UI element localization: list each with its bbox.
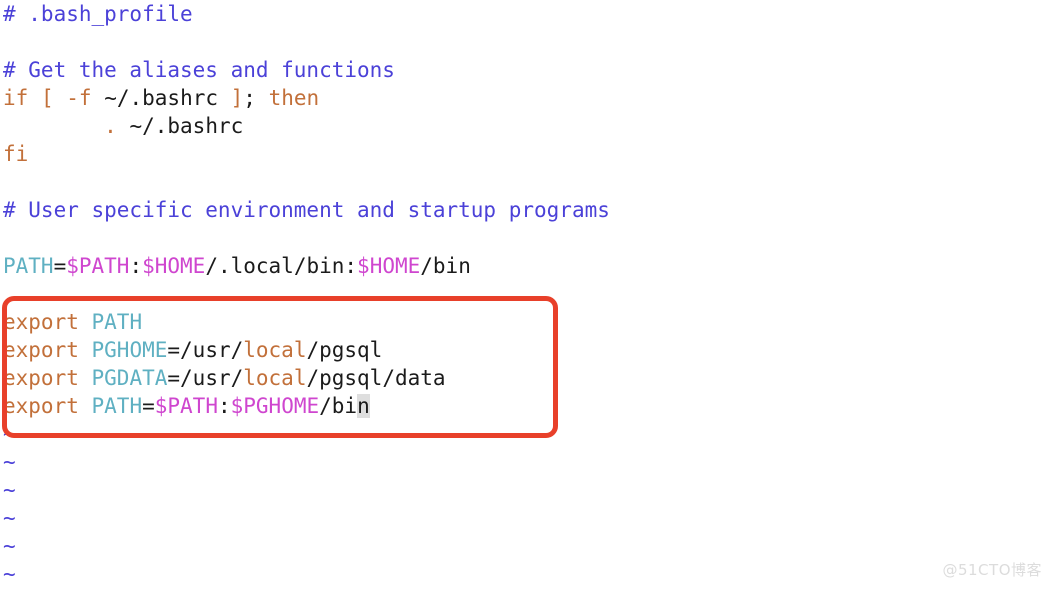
code-token: $HOME [142, 254, 206, 278]
code-line[interactable]: if [ -f ~/.bashrc ]; then [0, 84, 1056, 112]
vim-tilde-line: ~ [3, 506, 16, 530]
code-token: . [104, 114, 117, 138]
code-token: export [3, 366, 79, 390]
code-token: fi [3, 142, 29, 166]
code-line[interactable]: . ~/.bashrc [0, 112, 1056, 140]
code-token: /bi [319, 394, 358, 418]
code-token: ~/.bashrc [91, 86, 231, 110]
code-line[interactable]: fi [0, 140, 1056, 168]
code-token: -f [66, 86, 92, 110]
code-token: export [3, 394, 79, 418]
vim-tilde-line: ~ [3, 478, 16, 502]
code-line[interactable]: # .bash_profile [0, 0, 1056, 28]
code-token: = [53, 254, 67, 278]
code-token: PGDATA [91, 366, 168, 390]
code-token: export [3, 310, 79, 334]
code-text-area[interactable]: # .bash_profile # Get the aliases and fun… [0, 0, 1056, 420]
code-token: /pgsql [306, 338, 383, 362]
code-line[interactable] [0, 280, 1056, 308]
code-token: export [3, 338, 79, 362]
code-line[interactable] [0, 28, 1056, 56]
watermark-label: @51CTO博客 [942, 561, 1042, 579]
code-token: /bin [420, 254, 471, 278]
code-token: ~/.bashrc [116, 114, 244, 138]
code-token: /usr/ [180, 366, 244, 390]
code-token: PATH [91, 394, 143, 418]
code-token: $HOME [357, 254, 421, 278]
code-token: = [167, 338, 181, 362]
vim-tilde-line: ~ [3, 534, 16, 558]
code-token: : [217, 394, 231, 418]
code-token: PATH [91, 310, 143, 334]
code-line[interactable]: export PGHOME=/usr/local/pgsql [0, 336, 1056, 364]
vim-tilde-line: ~ [3, 562, 16, 586]
code-token: # User specific environment and startup … [3, 198, 610, 222]
code-line[interactable] [0, 224, 1056, 252]
text-cursor: n [357, 394, 370, 418]
code-line[interactable]: export PGDATA=/usr/local/pgsql/data [0, 364, 1056, 392]
code-token: ] [230, 86, 244, 110]
code-token: $PATH [154, 394, 218, 418]
code-token: /.local/bin: [205, 254, 358, 278]
code-token: # .bash_profile [3, 2, 193, 26]
code-token: /pgsql/data [306, 366, 446, 390]
code-token: local [243, 338, 307, 362]
code-line[interactable]: export PATH [0, 308, 1056, 336]
code-line[interactable]: # User specific environment and startup … [0, 196, 1056, 224]
code-token: then [268, 86, 320, 110]
code-token: $PGHOME [230, 394, 320, 418]
code-token: : [129, 254, 143, 278]
code-token: PATH [3, 254, 54, 278]
code-token: = [142, 394, 155, 418]
code-line[interactable]: # Get the aliases and functions [0, 56, 1056, 84]
code-token: ; [243, 86, 269, 110]
code-token: = [167, 366, 181, 390]
vim-tilde-line: ~ [3, 450, 16, 474]
code-token: # Get the aliases and functions [3, 58, 395, 82]
code-token: PGHOME [91, 338, 168, 362]
vim-editor-screen: # .bash_profile # Get the aliases and fun… [0, 0, 1056, 590]
code-token: local [243, 366, 307, 390]
code-line[interactable] [0, 168, 1056, 196]
code-line[interactable]: export PATH=$PATH:$PGHOME/bin [0, 392, 1056, 420]
vim-tilde-line: ~ [3, 422, 16, 446]
code-token: if [3, 86, 29, 110]
code-token: /usr/ [180, 338, 244, 362]
code-token: $PATH [66, 254, 130, 278]
code-token: [ [40, 86, 54, 110]
code-line[interactable]: PATH=$PATH:$HOME/.local/bin:$HOME/bin [0, 252, 1056, 280]
